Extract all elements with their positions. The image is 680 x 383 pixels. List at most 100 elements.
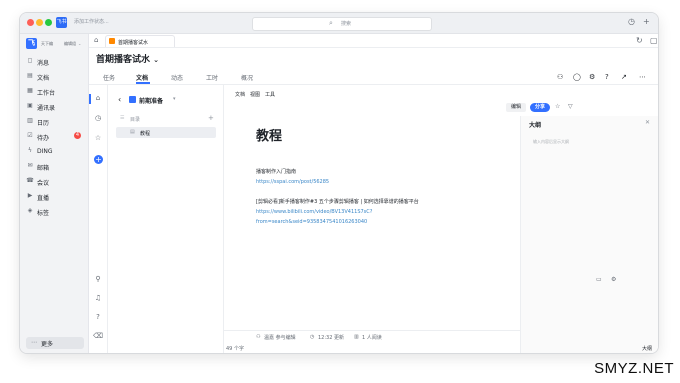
sidebar-item-10[interactable]: ◈ 标签 xyxy=(26,206,84,218)
search-placeholder: 搜索 xyxy=(341,21,352,27)
comment-icon[interactable]: ◯ xyxy=(573,73,581,81)
add-doc-icon[interactable]: + xyxy=(208,114,214,122)
tab-title: 首期播客试水 xyxy=(118,40,149,46)
sidebar-item-label: 文档 xyxy=(37,75,50,82)
clock-icon: ◷ xyxy=(310,334,315,340)
members-icon[interactable]: ⚇ xyxy=(557,73,563,81)
doc-icon xyxy=(109,38,115,44)
filter-icon[interactable]: ▽ xyxy=(568,103,573,110)
create-doc-button[interactable]: + xyxy=(94,155,103,164)
org-switcher[interactable]: 飞 天下编 编辑组 ⌄ xyxy=(26,38,84,51)
author-label: 温嘉 参与编辑 xyxy=(264,335,296,341)
sidebar-item-8[interactable]: ☎ 会议 xyxy=(26,176,84,188)
home-icon[interactable]: ⌂ xyxy=(94,36,98,44)
workbench-icon: ▦ xyxy=(27,87,33,94)
share-icon[interactable]: ⚲ xyxy=(93,275,103,283)
more-options-icon[interactable]: ⋯ xyxy=(639,73,646,81)
sidebar-item-2[interactable]: ▦ 工作台 xyxy=(26,86,84,98)
paragraph-1[interactable]: 播客制作入门指南 xyxy=(256,168,296,175)
refresh-icon[interactable]: ↻ xyxy=(636,36,643,45)
chevron-down-icon[interactable]: ▾ xyxy=(173,96,176,102)
feedback-icon[interactable]: ▭ xyxy=(596,276,602,283)
close-icon[interactable]: ✕ xyxy=(645,119,650,126)
app-logo-icon: 飞书 xyxy=(56,17,67,28)
calendar-icon: ▥ xyxy=(27,117,33,124)
recent-icon[interactable]: ◷ xyxy=(93,114,103,122)
workspace: ⌂ 首期播客试水 ↻ ▢ ⧉ 首期播客试水 ⌄ 任务 文档 动态 工时 概况 ⚇… xyxy=(89,34,658,353)
editor-user-icon: ⚇ xyxy=(256,334,261,340)
tab-docs[interactable]: 文档 xyxy=(136,73,148,82)
sidebar-item-6[interactable]: ϟ DING xyxy=(26,146,84,158)
trash-icon[interactable]: ⌫ xyxy=(93,332,103,340)
history-icon[interactable]: ◷ xyxy=(628,17,635,26)
outline-title: 大纲 xyxy=(529,122,542,129)
share-button[interactable]: 分享 xyxy=(530,103,550,112)
sidebar-more-button[interactable]: ⋯ 更多 xyxy=(26,337,84,349)
close-window-button[interactable] xyxy=(27,19,34,26)
more-icon: ⋯ xyxy=(31,339,37,346)
directory-row[interactable]: ☰ 目录 + xyxy=(116,114,216,124)
settings-icon[interactable]: ⚙ xyxy=(611,276,616,283)
link-1[interactable]: https://sspai.com/post/56285 xyxy=(256,179,329,185)
bell-icon[interactable]: ♫ xyxy=(93,294,103,302)
sidebar-item-1[interactable]: ▤ 文档 xyxy=(26,71,84,83)
new-tab-icon[interactable]: + xyxy=(643,17,650,26)
bookmark-icon: ◈ xyxy=(27,207,33,214)
star-icon[interactable]: ☆ xyxy=(93,134,103,142)
ding-icon: ϟ xyxy=(28,147,32,154)
window-icon[interactable]: ▢ xyxy=(650,36,658,45)
sidebar-item-5[interactable]: ☑ 待办 4 xyxy=(26,131,84,143)
doc-icon: ▤ xyxy=(130,129,135,135)
active-tab-indicator xyxy=(136,82,150,84)
workspace-name[interactable]: 前期准备 xyxy=(139,96,163,105)
title-bar: 飞书 添加工作状态... ⌕ 搜索 ◷ + xyxy=(20,13,658,34)
menu-view[interactable]: 视图 xyxy=(250,91,260,98)
help-icon[interactable]: ? xyxy=(93,313,103,321)
reader-icon: ▥ xyxy=(354,334,359,340)
sidebar-item-label: 标签 xyxy=(37,210,50,217)
app-window: 飞书 添加工作状态... ⌕ 搜索 ◷ + 飞 天下编 编辑组 ⌄ ◻ 消息 ▤ 文档… xyxy=(20,13,658,353)
add-status-link[interactable]: 添加工作状态... xyxy=(74,18,109,25)
rail-active-indicator xyxy=(89,94,91,104)
sidebar-item-9[interactable]: ▶ 直播 xyxy=(26,191,84,203)
doc-footer: ⚇ 温嘉 参与编辑 ◷ 12:32 更新 ▥ 1 人阅读 xyxy=(224,330,520,343)
tab-overview[interactable]: 概况 xyxy=(241,73,253,82)
menu-doc[interactable]: 文档 xyxy=(235,91,245,98)
paragraph-2[interactable]: [剪辑必看]新手播客制作#3 五个步骤剪辑播客 | 如何选择靠谱的播客平台 xyxy=(256,198,419,205)
help-icon[interactable]: ? xyxy=(605,73,609,81)
star-icon[interactable]: ☆ xyxy=(555,103,560,110)
minimize-window-button[interactable] xyxy=(36,19,43,26)
directory-label: 目录 xyxy=(130,117,141,123)
link-2-cont[interactable]: from=search&seid=9358347541016263040 xyxy=(256,219,367,225)
maximize-window-button[interactable] xyxy=(45,19,52,26)
sidebar-item-label: 邮箱 xyxy=(37,165,50,172)
sidebar-item-3[interactable]: ▣ 通讯录 xyxy=(26,101,84,113)
outline-footer[interactable]: 大纲 xyxy=(642,345,652,352)
more-label: 更多 xyxy=(41,341,54,348)
global-search-input[interactable]: ⌕ 搜索 xyxy=(252,17,432,31)
tree-item-selected[interactable]: ▤ 教程 xyxy=(116,127,216,138)
edit-button[interactable]: 编辑 xyxy=(506,103,526,112)
updated-time: 12:32 更新 xyxy=(318,335,344,341)
menu-tools[interactable]: 工具 xyxy=(265,91,275,98)
unread-badge: 4 xyxy=(74,132,81,139)
link-2[interactable]: https://www.bilibili.com/video/BV13V411S… xyxy=(256,209,372,215)
tab-tasks[interactable]: 任务 xyxy=(103,73,115,82)
open-external-icon[interactable]: ↗ xyxy=(621,73,627,81)
sidebar-item-7[interactable]: ✉ 邮箱 xyxy=(26,161,84,173)
tab-worktime[interactable]: 工时 xyxy=(206,73,218,82)
sidebar-item-label: 直播 xyxy=(37,195,50,202)
project-title[interactable]: 首期播客试水 ⌄ xyxy=(96,52,159,65)
doc-editor: 文档 视图 工具 教程 播客制作入门指南 https://sspai.com/p… xyxy=(224,85,520,353)
back-arrow-icon[interactable]: ‹ xyxy=(118,95,121,104)
sidebar-item-0[interactable]: ◻ 消息 xyxy=(26,56,84,68)
tab-project[interactable]: 首期播客试水 xyxy=(105,35,175,47)
tree-item-label: 教程 xyxy=(140,131,151,137)
chat-icon: ◻ xyxy=(27,57,33,64)
tab-activity[interactable]: 动态 xyxy=(171,73,183,82)
sidebar-item-4[interactable]: ▥ 日历 xyxy=(26,116,84,128)
settings-icon[interactable]: ⚙ xyxy=(589,73,595,81)
home-icon[interactable]: ⌂ xyxy=(93,94,103,102)
doc-title[interactable]: 教程 xyxy=(256,125,282,144)
reader-count: 1 人阅读 xyxy=(362,335,382,341)
